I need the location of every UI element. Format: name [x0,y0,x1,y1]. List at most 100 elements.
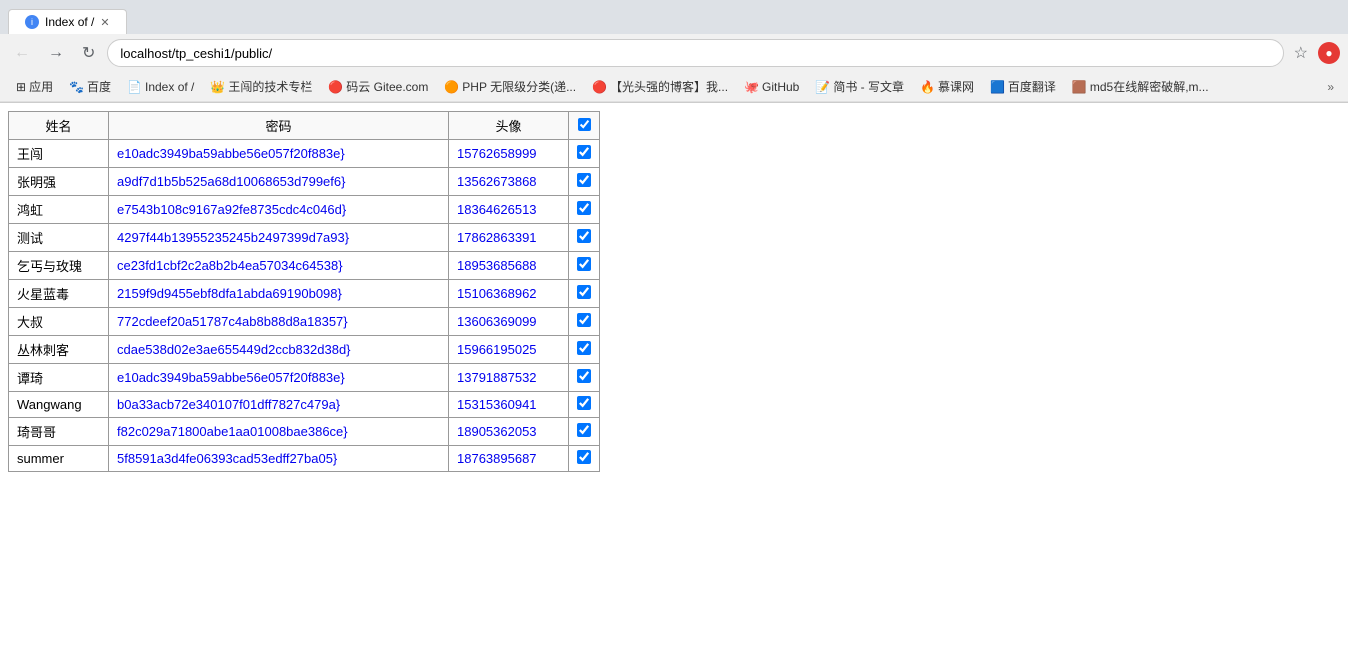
cell-name: 乞丐与玫瑰 [9,252,109,280]
row-checkbox[interactable] [577,450,591,464]
bookmark-baidu-translate-label: 百度翻译 [1008,78,1056,95]
row-checkbox[interactable] [577,173,591,187]
cell-name: summer [9,446,109,472]
address-bar-row: ← → ↻ ☆ ● [0,34,1348,72]
header-password: 密码 [109,112,449,140]
blog-icon: 🔴 [592,80,607,94]
back-button[interactable]: ← [8,40,36,66]
bookmark-imooc[interactable]: 🔥 慕课网 [912,76,982,97]
cell-check [569,140,600,168]
cell-avatar: 17862863391 [449,224,569,252]
bookmark-guangtouqiang[interactable]: 🔴 【光头强的博客】我... [584,76,736,97]
bookmark-baidu[interactable]: 🐾 百度 [61,76,119,97]
cell-avatar: 15315360941 [449,392,569,418]
bookmark-github-label: GitHub [762,80,799,94]
cell-check [569,224,600,252]
table-header-row: 姓名 密码 头像 [9,112,600,140]
header-avatar: 头像 [449,112,569,140]
tab-title: Index of / [45,15,94,29]
extension-button[interactable]: ● [1318,42,1340,64]
row-checkbox[interactable] [577,396,591,410]
cell-name: 谭琦 [9,364,109,392]
row-checkbox[interactable] [577,313,591,327]
cell-check [569,392,600,418]
file-icon: 📄 [127,80,142,94]
bookmark-index[interactable]: 📄 Index of / [119,78,202,96]
active-tab[interactable]: i Index of / ✕ [8,9,127,34]
bookmark-php-label: PHP 无限级分类(递... [462,78,576,95]
row-checkbox[interactable] [577,423,591,437]
reload-button[interactable]: ↻ [76,39,101,67]
cell-avatar: 13791887532 [449,364,569,392]
cell-name: Wangwang [9,392,109,418]
bookmarks-more-button[interactable]: » [1321,78,1340,96]
translate-icon: 🟦 [990,80,1005,94]
table-row: 乞丐与玫瑰ce23fd1cbf2c2a8b2b4ea57034c64538}18… [9,252,600,280]
address-input[interactable] [107,39,1283,67]
tab-close-button[interactable]: ✕ [100,16,109,29]
bookmark-jianshu[interactable]: 📝 简书 - 写文章 [807,76,912,97]
table-row: 测试4297f44b13955235245b2497399d7a93}17862… [9,224,600,252]
cell-check [569,308,600,336]
header-name: 姓名 [9,112,109,140]
github-icon: 🐙 [744,80,759,94]
cell-password: b0a33acb72e340107f01dff7827c479a} [109,392,449,418]
apps-icon: ⊞ [16,80,26,94]
cell-password: 772cdeef20a51787c4ab8b88d8a18357} [109,308,449,336]
table-row: summer5f8591a3d4fe06393cad53edff27ba05}1… [9,446,600,472]
row-checkbox[interactable] [577,145,591,159]
php-icon: 🟠 [444,80,459,94]
bookmark-baidu-translate[interactable]: 🟦 百度翻译 [982,76,1064,97]
tab-favicon: i [25,15,39,29]
cell-name: 王闯 [9,140,109,168]
bookmark-apps-label: 应用 [29,78,53,95]
forward-button[interactable]: → [42,40,70,66]
cell-password: e10adc3949ba59abbe56e057f20f883e} [109,364,449,392]
bookmark-php[interactable]: 🟠 PHP 无限级分类(递... [436,76,584,97]
baidu-icon: 🐾 [69,80,84,94]
crown-icon: 👑 [210,80,225,94]
cell-avatar: 15762658999 [449,140,569,168]
cell-check [569,252,600,280]
row-checkbox[interactable] [577,229,591,243]
table-row: 谭琦e10adc3949ba59abbe56e057f20f883e}13791… [9,364,600,392]
page-content: 姓名 密码 头像 王闯e10adc3949ba59abbe56e057f20f8… [0,103,1348,480]
row-checkbox[interactable] [577,257,591,271]
cell-name: 火星蓝毒 [9,280,109,308]
browser-chrome: i Index of / ✕ ← → ↻ ☆ ● ⊞ 应用 🐾 百度 📄 Ind… [0,0,1348,103]
bookmark-gitee[interactable]: 🔴 码云 Gitee.com [320,76,436,97]
header-checkbox[interactable] [578,118,591,131]
table-row: 琦哥哥f82c029a71800abe1aa01008bae386ce}1890… [9,418,600,446]
cell-avatar: 15966195025 [449,336,569,364]
cell-name: 丛林刺客 [9,336,109,364]
cell-password: 5f8591a3d4fe06393cad53edff27ba05} [109,446,449,472]
row-checkbox[interactable] [577,341,591,355]
bookmark-apps[interactable]: ⊞ 应用 [8,76,61,97]
bookmark-baidu-label: 百度 [87,78,111,95]
row-checkbox[interactable] [577,201,591,215]
cell-password: e10adc3949ba59abbe56e057f20f883e} [109,140,449,168]
cell-avatar: 13606369099 [449,308,569,336]
cell-name: 测试 [9,224,109,252]
cell-password: f82c029a71800abe1aa01008bae386ce} [109,418,449,446]
cell-check [569,418,600,446]
bookmark-github[interactable]: 🐙 GitHub [736,78,807,96]
cell-avatar: 18953685688 [449,252,569,280]
cell-avatar: 18905362053 [449,418,569,446]
cell-check [569,196,600,224]
bookmark-wangchuang[interactable]: 👑 王闯的技术专栏 [202,76,320,97]
bookmark-wangchuang-label: 王闯的技术专栏 [228,78,312,95]
bookmark-star-button[interactable]: ☆ [1290,39,1312,67]
cell-avatar: 18364626513 [449,196,569,224]
cell-avatar: 18763895687 [449,446,569,472]
row-checkbox[interactable] [577,369,591,383]
cell-password: e7543b108c9167a92fe8735cdc4c046d} [109,196,449,224]
cell-password: 4297f44b13955235245b2497399d7a93} [109,224,449,252]
table-row: Wangwangb0a33acb72e340107f01dff7827c479a… [9,392,600,418]
cell-check [569,336,600,364]
cell-avatar: 13562673868 [449,168,569,196]
header-check [569,112,600,140]
row-checkbox[interactable] [577,285,591,299]
bookmark-index-label: Index of / [145,80,194,94]
bookmark-md5[interactable]: 🟫 md5在线解密破解,m... [1064,76,1217,97]
